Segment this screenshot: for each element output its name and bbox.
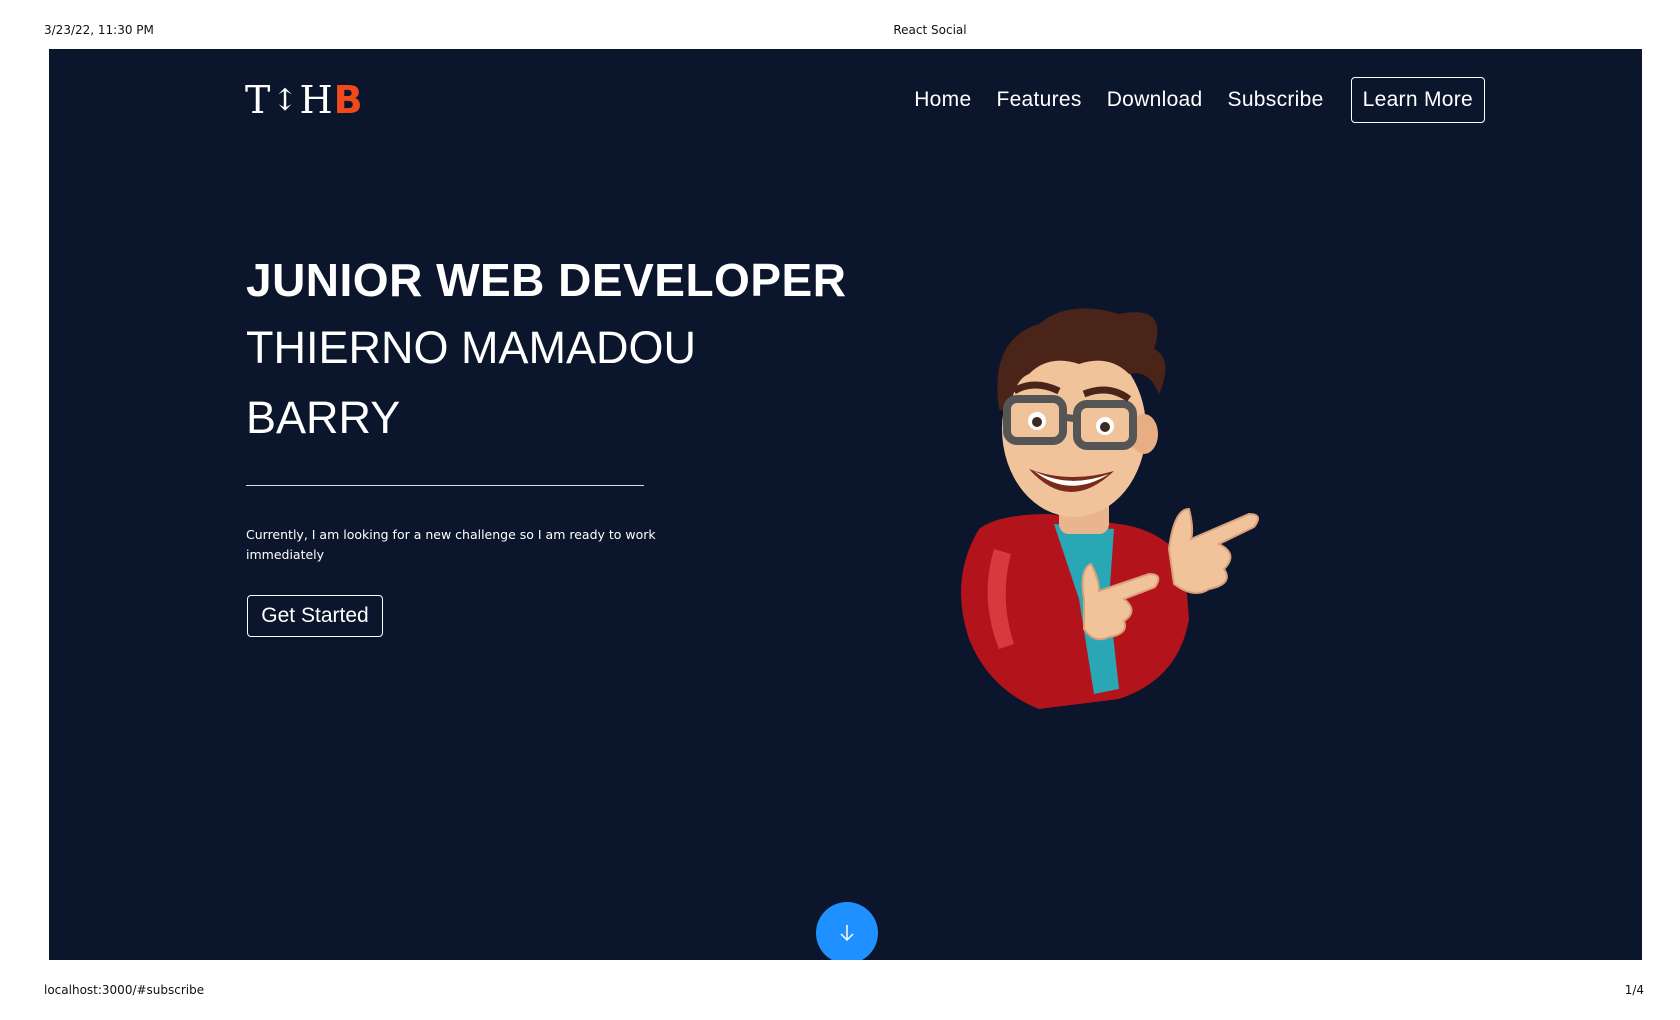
hand-right bbox=[1167, 507, 1259, 594]
scroll-down-button[interactable] bbox=[816, 902, 878, 960]
brand-letter-b: B bbox=[333, 78, 364, 122]
brand-arrow-icon: ↕ bbox=[272, 82, 299, 118]
get-started-button[interactable]: Get Started bbox=[247, 595, 383, 637]
hero-text: JUNIOR WEB DEVELOPER THIERNO MAMADOU BAR… bbox=[246, 252, 966, 453]
print-footer: localhost:3000/#subscribe 1/4 bbox=[0, 983, 1680, 1007]
nav-link-features[interactable]: Features bbox=[996, 88, 1081, 112]
hero-name-line2: BARRY bbox=[246, 392, 401, 443]
nav-link-download[interactable]: Download bbox=[1107, 88, 1203, 112]
arrow-down-icon bbox=[840, 925, 854, 942]
brand-letter-t: T bbox=[245, 78, 272, 122]
print-url: localhost:3000/#subscribe bbox=[44, 983, 205, 997]
brand-letter-h: H bbox=[299, 78, 334, 122]
hero-description: Currently, I am looking for a new challe… bbox=[246, 527, 656, 562]
print-title: React Social bbox=[893, 23, 967, 37]
eye-right-pupil bbox=[1100, 422, 1110, 432]
hero-divider bbox=[246, 485, 644, 486]
nav-link-home[interactable]: Home bbox=[914, 88, 971, 112]
eye-left-pupil bbox=[1032, 417, 1042, 427]
nav-links: Home Features Download Subscribe Learn M… bbox=[914, 77, 1485, 123]
hero-name-line1: THIERNO MAMADOU bbox=[246, 322, 696, 373]
learn-more-button[interactable]: Learn More bbox=[1350, 77, 1485, 123]
page-viewport: T ↕ H B Home Features Download Subscribe… bbox=[49, 49, 1642, 960]
navbar: T ↕ H B Home Features Download Subscribe… bbox=[245, 77, 1485, 123]
print-header: 3/23/22, 11:30 PM React Social bbox=[0, 23, 1680, 47]
glasses-bridge bbox=[1062, 413, 1078, 423]
print-page-indicator: 1/4 bbox=[1624, 983, 1644, 997]
developer-illustration bbox=[961, 308, 1259, 709]
brand-logo[interactable]: T ↕ H B bbox=[245, 77, 364, 123]
hero-role: JUNIOR WEB DEVELOPER bbox=[246, 254, 847, 306]
nav-link-subscribe[interactable]: Subscribe bbox=[1228, 88, 1324, 112]
